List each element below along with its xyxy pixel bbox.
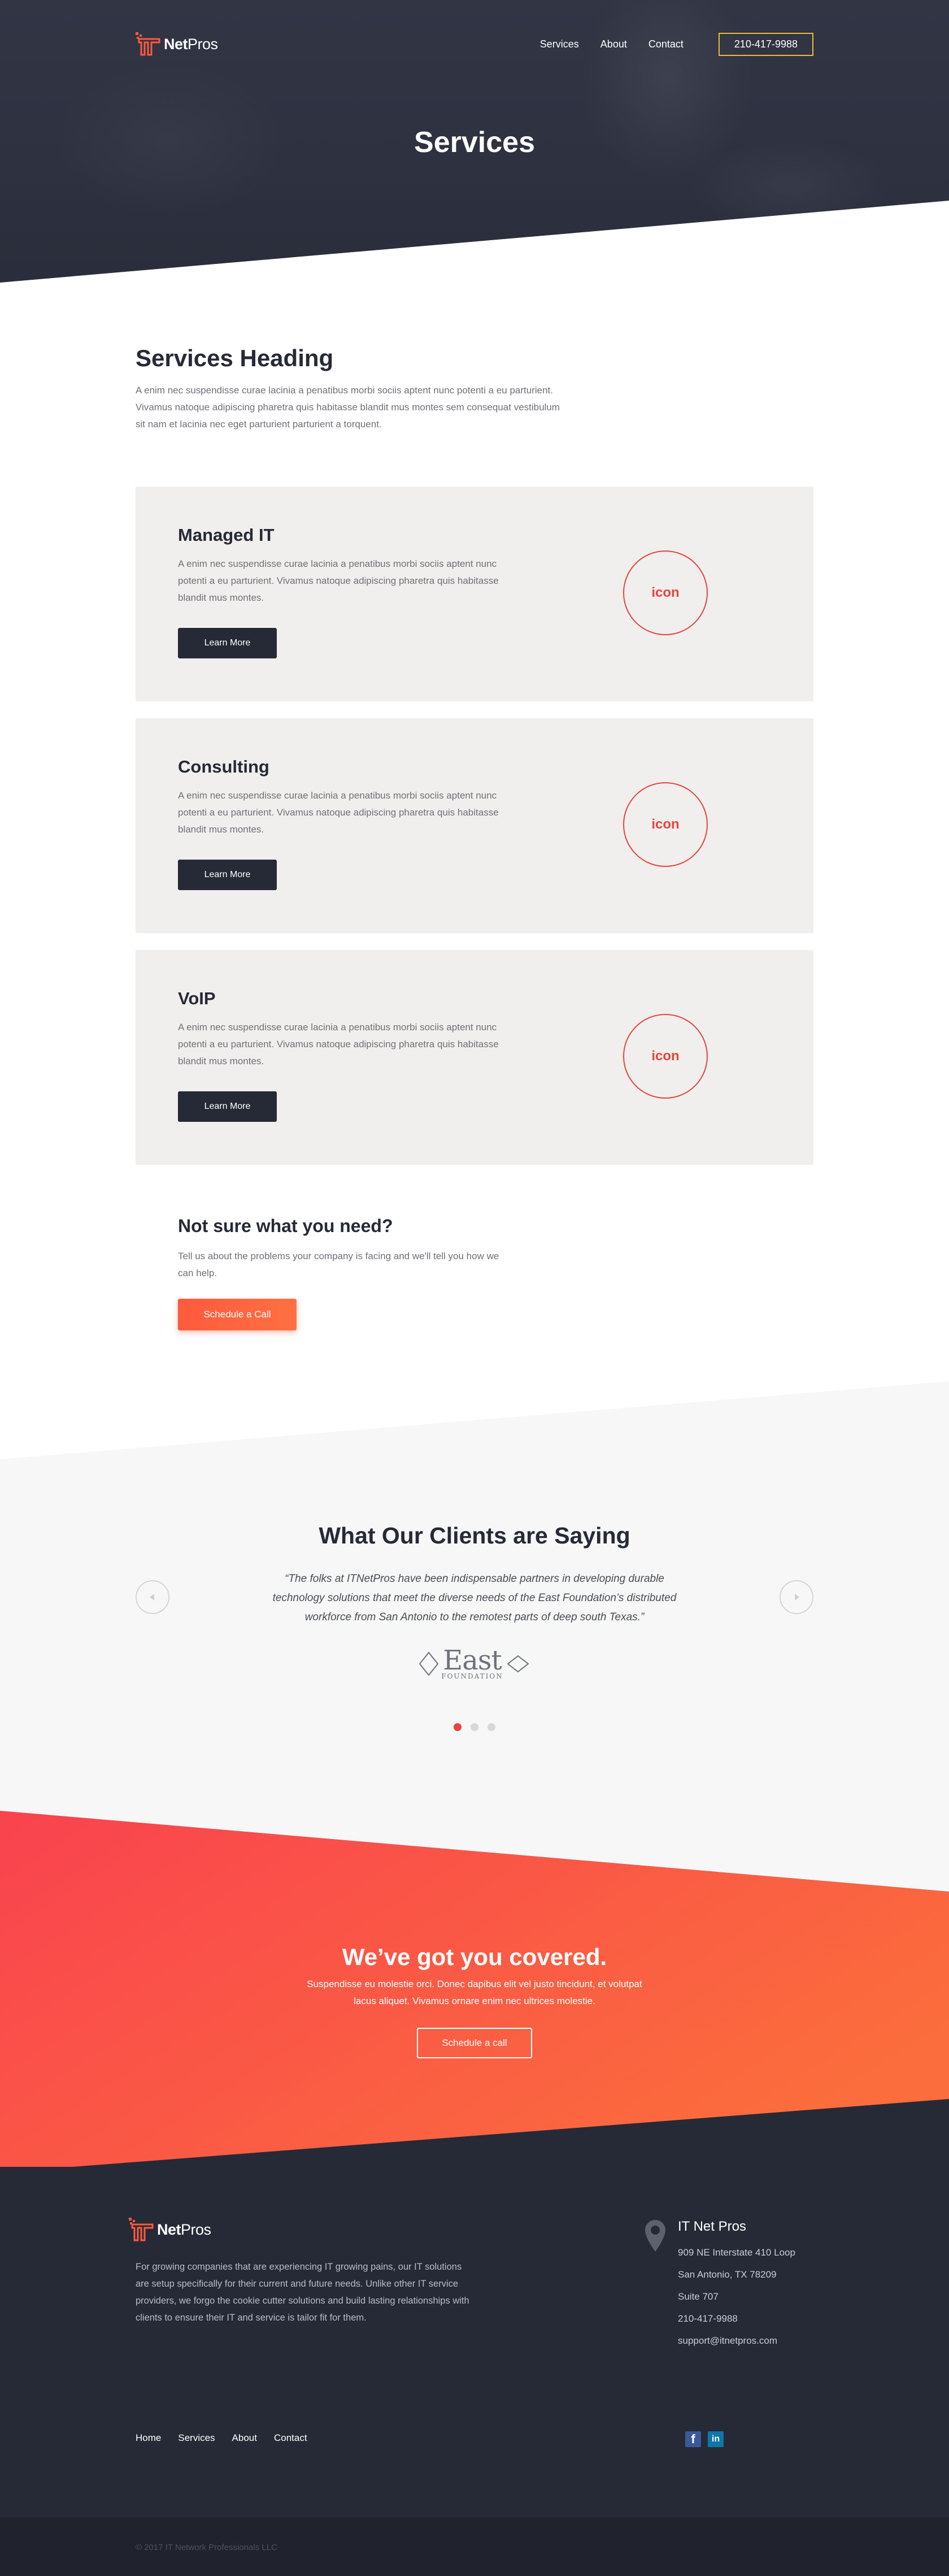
schedule-call-button[interactable]: Schedule a Call [178, 1299, 297, 1330]
services-intro-text: A enim nec suspendisse curae lacinia a p… [136, 385, 560, 430]
client-logo-name: East [443, 1645, 502, 1676]
carousel-prev-button[interactable] [136, 1580, 169, 1614]
nav-about[interactable]: About [600, 38, 627, 50]
service-card-title: VoIP [178, 988, 216, 1008]
carousel-dot-1[interactable] [454, 1723, 462, 1731]
copyright-bar: © 2017 IT Network Professionals LLC [0, 2517, 949, 2576]
footer-nav: Home Services About Contact [136, 2432, 307, 2444]
contact-address-line3: Suite 707 [678, 2291, 719, 2302]
service-card-managed-it: Managed IT A enim nec suspendisse curae … [136, 487, 813, 701]
service-card-text: A enim nec suspendisse curae lacinia a p… [178, 1022, 499, 1066]
client-logo-sub: FOUNDATION [441, 1672, 503, 1680]
service-card-title: Consulting [178, 757, 269, 777]
nav-links: Services About Contact 210-417-9988 [540, 32, 813, 56]
carousel-next-button[interactable] [780, 1580, 813, 1614]
testimonials-heading: What Our Clients are Saying [319, 1523, 630, 1549]
chevron-right-icon [795, 1594, 799, 1601]
facebook-icon[interactable]: f [685, 2431, 701, 2447]
page-title: Services [414, 126, 535, 159]
service-card-text: A enim nec suspendisse curae lacinia a p… [178, 790, 499, 835]
service-icon-placeholder: icon [623, 550, 708, 635]
learn-more-button[interactable]: Learn More [178, 628, 277, 658]
contact-address-line1: 909 NE Interstate 410 Loop [678, 2247, 795, 2258]
diamond-icon [507, 1655, 529, 1673]
logo-wordmark: NetPros [157, 2221, 211, 2238]
hero-header: NetPros Services About Contact 210-417-9… [0, 0, 949, 283]
service-card-consulting: Consulting A enim nec suspendisse curae … [136, 718, 813, 933]
learn-more-button[interactable]: Learn More [178, 860, 277, 890]
footer-link-services[interactable]: Services [178, 2432, 215, 2444]
map-pin-icon [645, 2220, 665, 2252]
chevron-left-icon [150, 1594, 154, 1601]
contact-title: IT Net Pros [678, 2219, 746, 2234]
contact-address-line2: San Antonio, TX 78209 [678, 2269, 777, 2280]
logo-wordmark: NetPros [164, 35, 218, 53]
not-sure-section: Not sure what you need? Tell us about th… [0, 1182, 949, 1330]
nav-services[interactable]: Services [540, 38, 579, 50]
footer-contact: IT Net Pros 909 NE Interstate 410 Loop S… [644, 2219, 795, 2352]
nav-phone-button[interactable]: 210-417-9988 [718, 32, 813, 56]
client-logo-east-foundation: East FOUNDATION [417, 1644, 532, 1684]
logo-it-mark [129, 2218, 155, 2241]
cta-text: Suspendisse eu molestie orci. Donec dapi… [307, 1979, 642, 2006]
diamond-icon [419, 1651, 439, 1676]
social-links: f in [685, 2431, 724, 2447]
service-card-voip: VoIP A enim nec suspendisse curae lacini… [136, 950, 813, 1165]
contact-phone: 210-417-9988 [678, 2313, 738, 2324]
footer-link-home[interactable]: Home [136, 2432, 161, 2444]
top-nav: NetPros Services About Contact 210-417-9… [136, 27, 813, 61]
service-icon-placeholder: icon [623, 782, 708, 867]
carousel-dots [0, 1723, 949, 1731]
service-card-text: A enim nec suspendisse curae lacinia a p… [178, 558, 499, 603]
services-intro: Services Heading A enim nec suspendisse … [0, 283, 949, 433]
testimonials-section: What Our Clients are Saying “The folks a… [0, 1381, 949, 1862]
carousel-dot-2[interactable] [471, 1723, 478, 1731]
carousel-dot-3[interactable] [487, 1723, 495, 1731]
copyright-text: © 2017 IT Network Professionals LLC [136, 2543, 277, 2552]
service-icon-placeholder: icon [623, 1014, 708, 1099]
testimonial-quote: “The folks at ITNetPros have been indisp… [272, 1573, 677, 1623]
logo-it-mark [136, 32, 162, 56]
footer-link-contact[interactable]: Contact [274, 2432, 307, 2444]
footer-logo[interactable]: NetPros [129, 2218, 211, 2241]
cta-section: We’ve got you covered. Suspendisse eu mo… [0, 1811, 949, 2172]
services-heading: Services Heading [136, 345, 334, 371]
service-card-title: Managed IT [178, 525, 275, 545]
footer-link-about[interactable]: About [232, 2432, 257, 2444]
cta-schedule-button[interactable]: Schedule a call [417, 2028, 532, 2058]
cta-heading: We’ve got you covered. [342, 1944, 607, 1970]
nav-contact[interactable]: Contact [648, 38, 684, 50]
site-footer: NetPros For growing companies that are e… [0, 2167, 949, 2517]
not-sure-heading: Not sure what you need? [178, 1216, 393, 1236]
learn-more-button[interactable]: Learn More [178, 1091, 277, 1122]
linkedin-icon[interactable]: in [708, 2431, 724, 2447]
site-logo[interactable]: NetPros [136, 32, 218, 56]
not-sure-text: Tell us about the problems your company … [178, 1251, 499, 1278]
service-cards: Managed IT A enim nec suspendisse curae … [0, 433, 949, 1165]
footer-description: For growing companies that are experienc… [136, 2262, 469, 2323]
contact-email[interactable]: support@itnetpros.com [678, 2330, 795, 2352]
